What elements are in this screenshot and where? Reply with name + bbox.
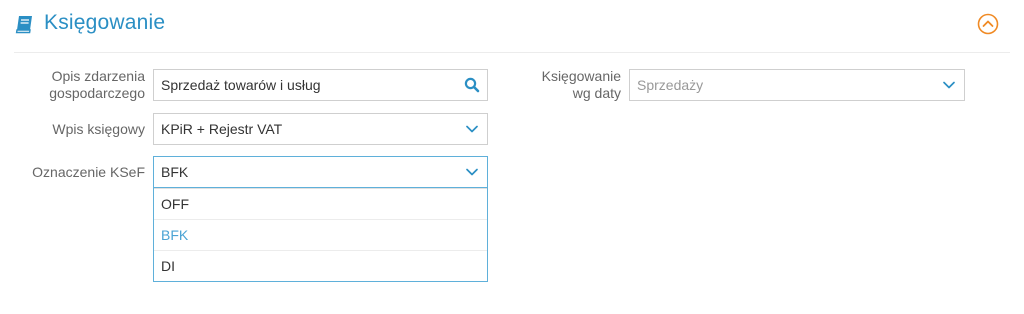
ksef-option-off[interactable]: OFF: [154, 188, 487, 219]
description-input[interactable]: Sprzedaż towarów i usług: [153, 69, 488, 101]
entry-value: KPiR + Rejestr VAT: [161, 121, 283, 137]
search-icon[interactable]: [457, 70, 487, 100]
entry-label: Wpis księgowy: [52, 121, 145, 137]
chevron-down-icon[interactable]: [934, 70, 964, 100]
description-label: Opis zdarzenia gospodarczego: [49, 68, 145, 101]
section-divider: [14, 52, 1010, 53]
section-title: Księgowanie: [44, 11, 166, 34]
by-date-value: Sprzedaży: [637, 77, 704, 93]
ksef-dropdown: OFF BFK DI: [153, 188, 488, 282]
section-header: Księgowanie: [0, 0, 1024, 52]
ksef-option-bfk[interactable]: BFK: [154, 219, 487, 250]
collapse-chevron-up-icon[interactable]: [977, 13, 999, 35]
book-icon: [14, 13, 36, 35]
chevron-down-icon[interactable]: [457, 157, 487, 187]
chevron-down-icon[interactable]: [457, 114, 487, 144]
description-value: Sprzedaż towarów i usług: [161, 77, 321, 93]
ksef-select[interactable]: BFK: [153, 156, 488, 188]
ksef-option-di[interactable]: DI: [154, 250, 487, 281]
entry-select[interactable]: KPiR + Rejestr VAT: [153, 113, 488, 145]
by-date-label: Księgowanie wg daty: [541, 68, 621, 101]
ksef-label: Oznaczenie KSeF: [32, 164, 145, 180]
ksef-value: BFK: [161, 164, 189, 180]
by-date-select[interactable]: Sprzedaży: [629, 69, 965, 101]
